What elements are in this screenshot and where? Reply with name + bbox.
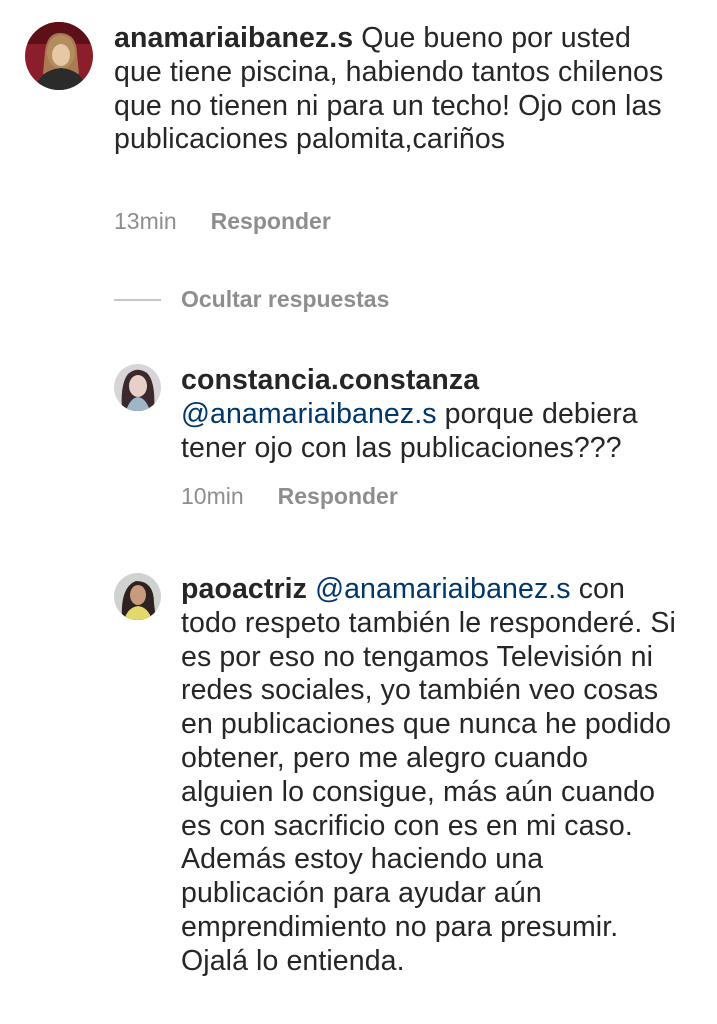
reply-item: constancia.constanza @anamariaibanez.s p… [114, 364, 681, 465]
reply-button[interactable]: Responder [211, 208, 331, 235]
mention-link[interactable]: @anamariaibanez.s [181, 398, 437, 430]
reply-button[interactable]: Responder [278, 483, 398, 510]
reply-meta: 10min Responder [181, 483, 398, 510]
avatar[interactable] [114, 364, 161, 411]
hide-replies-toggle[interactable]: Ocultar respuestas [114, 286, 389, 313]
avatar[interactable] [25, 22, 93, 90]
comment-timestamp: 13min [114, 208, 177, 234]
comment-username[interactable]: anamariaibanez.s [114, 22, 353, 54]
comment-item: anamariaibanez.s Que bueno por usted que… [25, 22, 684, 157]
comment-meta: 13min Responder [114, 208, 331, 235]
reply-username[interactable]: constancia.constanza [181, 364, 479, 396]
reply-timestamp: 10min [181, 483, 244, 509]
reply-text: constancia.constanza @anamariaibanez.s p… [181, 364, 681, 465]
divider-line [114, 298, 161, 301]
comment-text: anamariaibanez.s Que bueno por usted que… [114, 22, 684, 157]
reply-body: con todo respeto también le responderé. … [181, 573, 676, 977]
mention-link[interactable]: @anamariaibanez.s [315, 573, 571, 605]
avatar[interactable] [114, 573, 161, 620]
reply-text: paoactriz @anamariaibanez.s con todo res… [181, 573, 681, 979]
hide-replies-label: Ocultar respuestas [181, 286, 390, 312]
reply-username[interactable]: paoactriz [181, 573, 307, 605]
reply-item: paoactriz @anamariaibanez.s con todo res… [114, 573, 681, 979]
